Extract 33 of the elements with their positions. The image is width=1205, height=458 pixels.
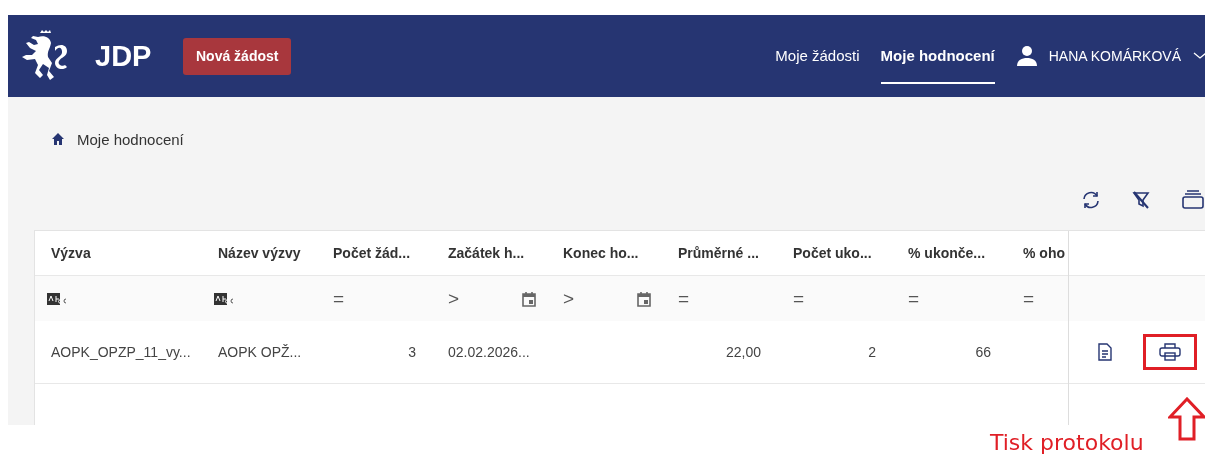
filter-operator[interactable]: = [793,287,805,310]
new-request-button[interactable]: Nová žádost [183,37,292,75]
breadcrumb-item[interactable]: Moje hodnocení [77,130,184,148]
user-icon[interactable] [1015,45,1038,67]
calendar-icon[interactable] [636,290,652,307]
nav-tab[interactable]: Moje hodnocení [880,42,995,84]
printer-icon[interactable] [1143,334,1197,370]
filter-operator[interactable]: > [563,287,575,310]
table-cell: 3 [408,344,416,360]
text-filter-icon[interactable] [47,291,67,306]
filter-operator[interactable]: = [1023,287,1035,310]
table-cell: 02.02.2026... [448,344,530,360]
clear-filter-icon[interactable] [1131,190,1151,210]
layers-icon[interactable] [1181,190,1205,210]
refresh-icon[interactable] [1081,190,1101,210]
home-icon[interactable] [51,132,65,146]
up-arrow-icon [1168,397,1205,441]
table-cell: AOPK OPŽ... [218,344,302,360]
nav-tab[interactable]: Moje žádosti [775,42,860,84]
table-cell: AOPK_OPZP_11_vy... [51,344,191,360]
filter-operator[interactable]: > [448,287,460,310]
annotation-label: Tisk protokolu [990,430,1144,455]
filter-operator[interactable]: = [678,287,690,310]
table-cell: 2 [868,344,876,360]
text-filter-icon[interactable] [214,291,234,306]
filter-operator[interactable]: = [908,287,920,310]
user-menu[interactable]: HANA KOMÁRKOVÁ [1048,48,1181,64]
document-icon[interactable] [1097,342,1113,362]
calendar-icon[interactable] [521,290,537,307]
app-logo-text[interactable]: JDP [95,39,183,73]
filter-operator[interactable]: = [333,287,345,310]
table-cell: 22,00 [725,344,761,360]
table-cell: 66 [975,344,991,360]
